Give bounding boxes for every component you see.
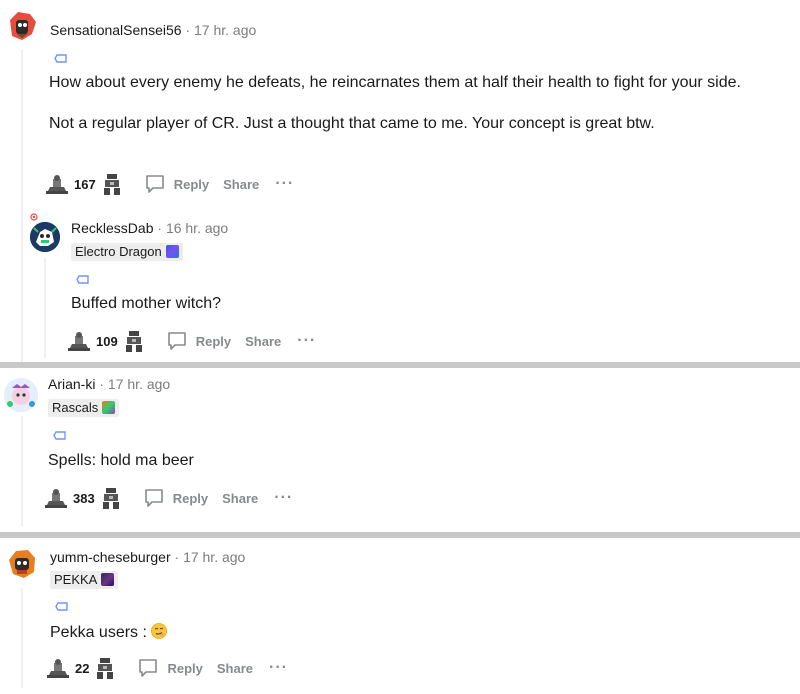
comment-body: Spells: hold ma beer <box>48 449 748 472</box>
reply-label: Reply <box>173 176 210 192</box>
comment-paragraph: Not a regular player of CR. Just a thoug… <box>49 115 655 132</box>
thread-line[interactable] <box>21 416 23 526</box>
share-button[interactable]: Share <box>223 177 259 192</box>
meta-separator: · <box>185 22 191 38</box>
vote-score: 383 <box>73 490 95 506</box>
comment-meta: yumm-cheseburger · 17 hr. ago <box>50 549 245 565</box>
vote-score: 167 <box>74 176 96 192</box>
award-tag-icon <box>76 275 89 284</box>
timestamp[interactable]: 16 hr. ago <box>166 220 228 236</box>
comment-actions: 109 Reply Share ··· <box>66 329 316 353</box>
reply-label: Reply <box>167 660 203 676</box>
comment-paragraph: How about every enemy he defeats, he rei… <box>49 74 741 91</box>
comment-meta: SensationalSensei56 · 17 hr. ago <box>50 22 256 38</box>
timestamp[interactable]: 17 hr. ago <box>194 22 256 38</box>
timestamp[interactable]: 17 hr. ago <box>108 376 170 392</box>
comment-text: Pekka users : <box>50 624 152 641</box>
reply-icon <box>144 489 163 507</box>
reply-marker-icon <box>30 213 38 221</box>
comment-actions: 383 Reply Share ··· <box>43 486 293 510</box>
award-tag-icon <box>54 54 67 63</box>
vote-score: 22 <box>75 660 90 676</box>
comment-1: SensationalSensei56 · 17 hr. ago How abo… <box>0 0 800 362</box>
more-options-button[interactable]: ··· <box>269 659 288 677</box>
upvote-icon[interactable] <box>43 487 69 509</box>
more-options-button[interactable]: ··· <box>274 489 293 507</box>
flair-label: Electro Dragon <box>75 244 162 259</box>
username[interactable]: yumm-cheseburger <box>50 549 171 565</box>
vote-score: 109 <box>96 333 118 349</box>
flair-label: PEKKA <box>54 572 98 587</box>
user-flair: Electro Dragon <box>71 243 183 261</box>
meta-separator: · <box>99 376 105 392</box>
award-tag-icon <box>55 602 68 611</box>
pekka-flair-icon <box>101 573 115 586</box>
downvote-icon[interactable] <box>102 172 122 196</box>
share-button[interactable]: Share <box>245 334 281 349</box>
comment-actions: 167 Reply Share ··· <box>44 172 294 196</box>
thread-line[interactable] <box>21 588 23 688</box>
user-flair: Rascals <box>48 399 120 417</box>
comment-meta: RecklessDab · 16 hr. ago <box>71 220 228 236</box>
user-flair: PEKKA <box>50 571 119 589</box>
flair-label: Rascals <box>52 400 99 415</box>
avatar[interactable] <box>4 8 40 44</box>
comment-paragraph: Pekka users : <box>50 621 750 644</box>
smirk-face-icon <box>151 623 168 639</box>
more-options-button[interactable]: ··· <box>275 175 294 193</box>
avatar[interactable] <box>30 222 60 252</box>
avatar[interactable] <box>4 546 40 582</box>
username[interactable]: RecklessDab <box>71 220 153 236</box>
username[interactable]: Arian-ki <box>48 376 95 392</box>
timestamp[interactable]: 17 hr. ago <box>183 549 245 565</box>
reply-button[interactable]: Reply <box>166 330 231 352</box>
share-button[interactable]: Share <box>217 661 253 676</box>
reply-icon <box>139 659 158 677</box>
more-options-button[interactable]: ··· <box>297 332 316 350</box>
comment-actions: 22 Reply Share ··· <box>45 656 288 680</box>
reply-icon <box>145 175 164 193</box>
comment-meta: Arian-ki · 17 hr. ago <box>48 376 170 392</box>
reply-label: Reply <box>172 490 209 506</box>
upvote-icon[interactable] <box>66 330 92 352</box>
reply-icon <box>167 332 186 350</box>
comment-4: yumm-cheseburger · 17 hr. ago PEKKA Pekk… <box>0 538 800 694</box>
thread-line[interactable] <box>44 258 46 358</box>
avatar[interactable] <box>4 378 38 412</box>
share-button[interactable]: Share <box>222 491 258 506</box>
award-tag-icon <box>53 431 66 440</box>
reply-button[interactable]: Reply <box>143 487 208 509</box>
downvote-icon[interactable] <box>101 486 121 510</box>
upvote-icon[interactable] <box>44 173 70 195</box>
downvote-icon[interactable] <box>124 329 144 353</box>
reply-label: Reply <box>195 333 232 349</box>
downvote-icon[interactable] <box>95 656 115 680</box>
comment-3: Arian-ki · 17 hr. ago Rascals Spells: ho… <box>0 368 800 532</box>
comment-paragraph: Spells: hold ma beer <box>48 452 194 469</box>
upvote-icon[interactable] <box>45 657 71 679</box>
thread-line[interactable] <box>21 50 23 362</box>
comment-body: Pekka users : <box>50 621 750 644</box>
electro-dragon-flair-icon <box>165 245 179 258</box>
comment-paragraph: Buffed mother witch? <box>71 295 222 312</box>
reply-button[interactable]: Reply <box>144 173 209 195</box>
rascals-flair-icon <box>102 401 116 414</box>
reply-button[interactable]: Reply <box>137 657 203 679</box>
username[interactable]: SensationalSensei56 <box>50 22 182 38</box>
comment-body: Buffed mother witch? <box>71 292 751 315</box>
meta-separator: · <box>157 220 163 236</box>
comment-body: How about every enemy he defeats, he rei… <box>49 71 749 135</box>
meta-separator: · <box>174 549 180 565</box>
